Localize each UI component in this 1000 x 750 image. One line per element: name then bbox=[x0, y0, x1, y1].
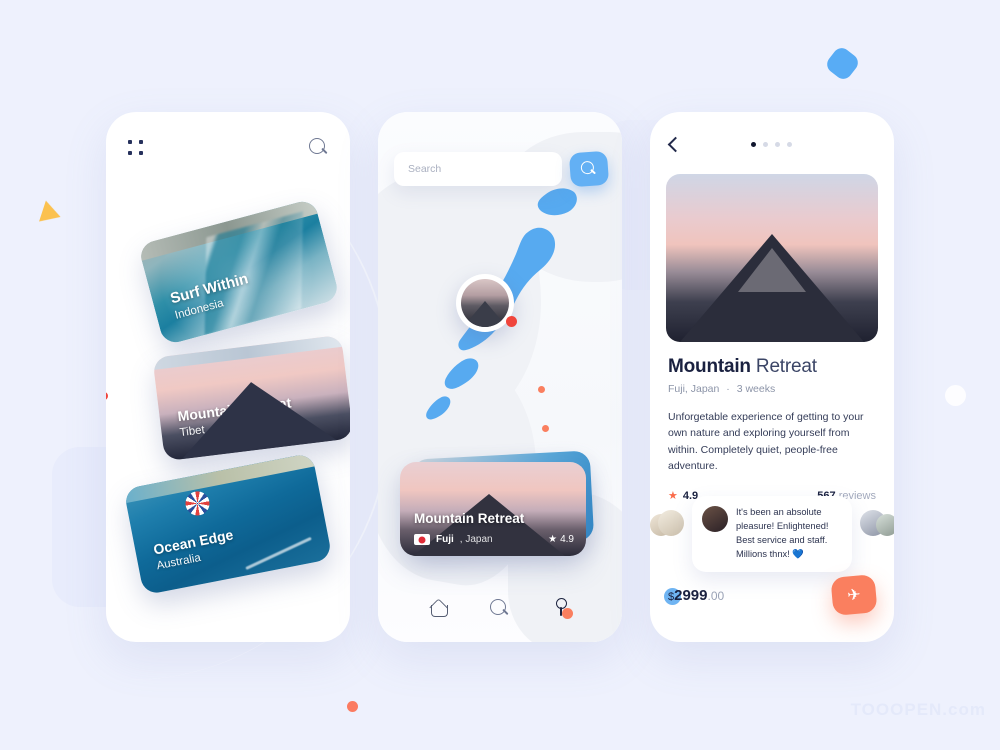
map-canvas[interactable] bbox=[378, 112, 622, 642]
hero-image[interactable] bbox=[666, 174, 878, 342]
phone-screen-detail: Mountain Retreat Fuji, Japan · 3 weeks U… bbox=[650, 112, 894, 642]
list-item[interactable]: Mountain Retreat Tibet bbox=[152, 334, 350, 462]
detail-topbar bbox=[650, 112, 894, 176]
testimonial-bubble[interactable]: It's been an absolute pleasure! Enlighte… bbox=[692, 496, 852, 572]
star-icon: ★ bbox=[548, 534, 558, 545]
place-city: Fuji bbox=[436, 534, 454, 545]
card-title: Mountain Retreat bbox=[176, 394, 293, 425]
watermark: TOOOPEN.com bbox=[850, 700, 986, 719]
japan-highlight bbox=[426, 188, 577, 420]
carousel-dot[interactable] bbox=[787, 141, 792, 147]
active-indicator-dot bbox=[106, 392, 108, 400]
detail-footer: $2999.00 ✈ bbox=[664, 574, 878, 616]
detail-description: Unforgetable experience of getting to yo… bbox=[668, 411, 864, 472]
airplane-icon: ✈ bbox=[846, 586, 862, 605]
grid-icon[interactable] bbox=[128, 139, 143, 155]
mountain-peak-shape bbox=[738, 248, 806, 292]
testimonials-row: It's been an absolute pleasure! Enlighte… bbox=[650, 496, 894, 572]
phone-screen-map: Search Mountain Retreat Fuji , Japan ★ 4… bbox=[378, 112, 622, 642]
marker-photo bbox=[461, 279, 509, 327]
avatar[interactable] bbox=[876, 514, 894, 536]
search-input[interactable]: Search bbox=[394, 152, 562, 186]
detail-duration: 3 weeks bbox=[736, 383, 776, 395]
book-flight-button[interactable]: ✈ bbox=[830, 574, 878, 616]
grid-dot bbox=[128, 150, 132, 155]
testimonial-text: It's been an absolute pleasure! Enlighte… bbox=[736, 507, 829, 559]
card-label: Ocean Edge Australia bbox=[152, 526, 237, 572]
map-pin[interactable] bbox=[538, 386, 545, 393]
rating-value: 4.9 bbox=[560, 534, 574, 545]
title-bold-part: Mountain bbox=[668, 356, 751, 377]
place-card[interactable]: Mountain Retreat Fuji , Japan ★ 4.9 bbox=[400, 462, 586, 556]
avatar[interactable] bbox=[658, 510, 684, 536]
price: $2999.00 bbox=[664, 586, 725, 605]
map-photo-marker[interactable] bbox=[456, 274, 514, 332]
grid-dot bbox=[139, 139, 143, 144]
map-pin[interactable] bbox=[542, 425, 549, 432]
jp-flag-icon bbox=[414, 534, 430, 545]
heart-emoji-icon: 💙 bbox=[792, 548, 804, 559]
detail-body: Mountain Retreat Fuji, Japan · 3 weeks U… bbox=[668, 356, 876, 502]
page-title: Mountain Retreat bbox=[668, 356, 876, 378]
search-icon bbox=[580, 160, 597, 177]
search-icon[interactable] bbox=[490, 598, 509, 618]
price-amount: 2999 bbox=[674, 586, 708, 604]
screen1-topbar bbox=[106, 112, 350, 182]
phone-screen-discover: Surf Within Indonesia Mountain Retreat T… bbox=[106, 112, 350, 642]
chevron-left-icon[interactable] bbox=[667, 136, 684, 152]
price-cents: .00 bbox=[707, 588, 725, 603]
card-label: Mountain Retreat Tibet bbox=[177, 394, 294, 439]
place-country: , Japan bbox=[459, 534, 493, 545]
place-card-title: Mountain Retreat bbox=[414, 511, 525, 526]
blue-square-decoration bbox=[823, 44, 862, 83]
card-subtitle: Tibet bbox=[179, 424, 206, 440]
carousel-dot[interactable] bbox=[775, 141, 780, 147]
boat-wake-decoration bbox=[245, 536, 312, 570]
orange-dot-decoration bbox=[347, 701, 358, 712]
bottom-tabbar bbox=[378, 598, 622, 619]
home-icon[interactable] bbox=[429, 599, 448, 617]
title-regular-part: Retreat bbox=[755, 356, 817, 377]
search-icon[interactable] bbox=[309, 137, 328, 157]
avatar bbox=[702, 506, 728, 532]
map-pin-active[interactable] bbox=[506, 316, 517, 327]
active-badge bbox=[562, 608, 573, 619]
list-item[interactable]: Surf Within Indonesia bbox=[137, 198, 341, 346]
list-item[interactable]: Ocean Edge Australia bbox=[123, 452, 333, 596]
carousel-dot-active[interactable] bbox=[751, 141, 756, 147]
card-label: Surf Within Indonesia bbox=[168, 270, 253, 322]
white-circle-decoration bbox=[945, 385, 966, 406]
grid-dot bbox=[128, 139, 132, 144]
location-pin-icon[interactable] bbox=[551, 598, 573, 619]
umbrella-decoration bbox=[183, 489, 212, 518]
meta-separator: · bbox=[726, 383, 730, 395]
place-card-meta: Fuji , Japan ★ 4.9 bbox=[414, 534, 574, 545]
carousel-dots[interactable] bbox=[751, 141, 792, 147]
detail-location: Fuji, Japan bbox=[668, 383, 720, 395]
place-rating: ★ 4.9 bbox=[548, 534, 574, 545]
grid-dot bbox=[139, 150, 143, 155]
detail-meta: Fuji, Japan · 3 weeks bbox=[668, 383, 876, 395]
carousel-dot[interactable] bbox=[763, 141, 768, 147]
search-bar-row: Search bbox=[394, 150, 610, 188]
search-submit-button[interactable] bbox=[568, 150, 610, 188]
